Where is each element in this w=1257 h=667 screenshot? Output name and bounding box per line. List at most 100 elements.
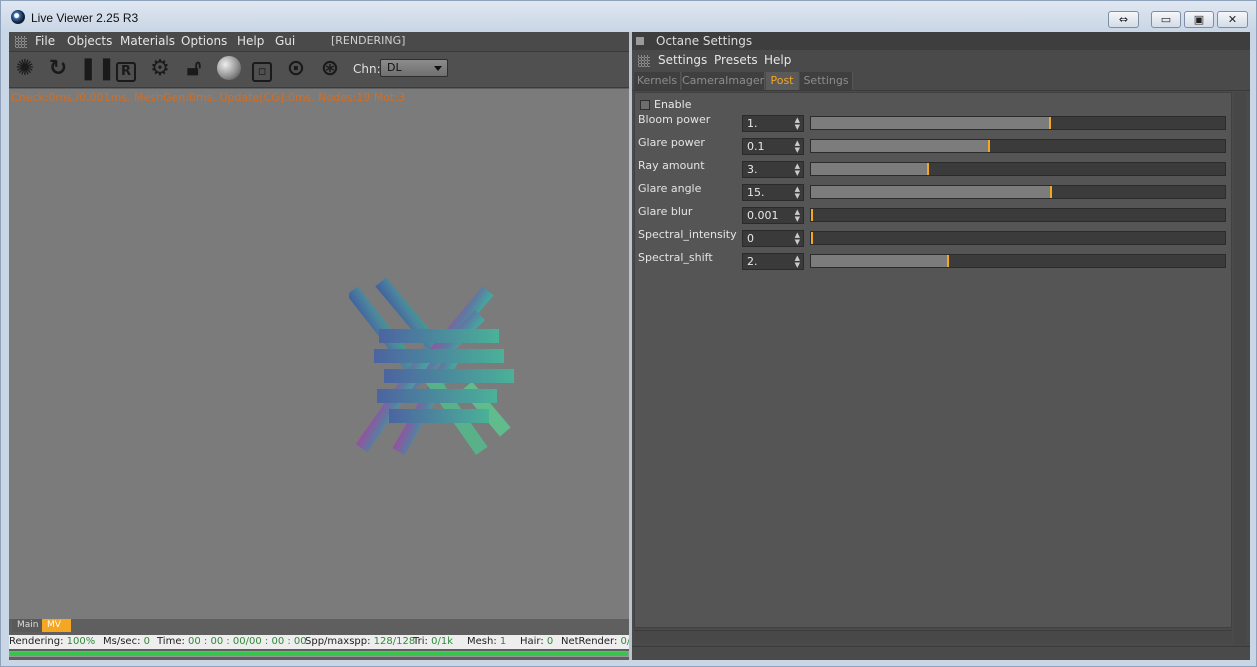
vertical-scrollbar[interactable] [1234, 92, 1246, 652]
menu-objects[interactable]: Objects [67, 34, 112, 48]
status-rendering: Rendering: 100% [9, 636, 96, 647]
tab-post[interactable]: Post [766, 72, 799, 90]
render-progress-bar [9, 651, 629, 657]
enable-checkbox[interactable] [640, 100, 650, 110]
octane-settings-title: Octane Settings [656, 34, 753, 48]
menu-options[interactable]: Options [181, 34, 227, 48]
drag-grip-icon[interactable] [15, 36, 27, 48]
status-netrender: NetRender: 0/0 [561, 636, 629, 647]
tab-cameraimager[interactable]: CameraImager [682, 72, 765, 90]
slider-handle[interactable] [947, 255, 949, 267]
spinner-arrows-icon[interactable]: ▲ ▼ [795, 232, 800, 246]
rendered-model [349, 277, 514, 456]
param-label: Spectral_intensity [638, 228, 737, 241]
param-slider[interactable] [810, 185, 1226, 199]
menu-presets[interactable]: Presets [714, 53, 758, 67]
window-title: Live Viewer 2.25 R3 [31, 11, 139, 25]
focus-pin-icon[interactable]: ⊙ [283, 56, 309, 82]
octane-settings-titlebar: Octane Settings [632, 32, 1250, 50]
slider-handle[interactable] [1049, 117, 1051, 129]
param-label: Spectral_shift [638, 251, 713, 264]
render-state-label: [RENDERING] [331, 34, 406, 47]
menu-settings[interactable]: Settings [658, 53, 707, 67]
param-label: Glare power [638, 136, 705, 149]
octane-tabs: Kernels CameraImager Post Settings [632, 72, 1250, 91]
octane-bottom-bar [632, 646, 1250, 660]
gear-icon[interactable]: ⚙ [147, 56, 173, 82]
param-value-field[interactable]: 0 ▲ ▼ [742, 230, 804, 247]
spinner-arrows-icon[interactable]: ▲ ▼ [795, 209, 800, 223]
status-mesh: Mesh: 1 [467, 636, 507, 647]
drag-grip-icon[interactable] [638, 55, 650, 67]
slider-handle[interactable] [811, 232, 813, 244]
param-label: Glare blur [638, 205, 693, 218]
status-time: Time: 00 : 00 : 00/00 : 00 : 00 [157, 636, 307, 647]
live-viewer-pane: File Objects Materials Options Help Gui … [9, 32, 629, 660]
viewer-toolbar: ✺ ↻ ❚❚ R ⚙ 🔓︎ ▫ ⊙ ⊛ [9, 52, 629, 88]
refresh-icon[interactable]: ↻ [45, 56, 71, 82]
material-sphere-icon[interactable] [217, 56, 241, 80]
param-value-field[interactable]: 3. ▲ ▼ [742, 161, 804, 178]
title-bar: Live Viewer 2.25 R3 ⇔ ▭ ▣ ✕ [1, 1, 1256, 32]
material-pin-icon[interactable]: ⊛ [317, 56, 343, 82]
slider-handle[interactable] [988, 140, 990, 152]
tab-kernels[interactable]: Kernels [634, 72, 681, 90]
channel-value: DL [387, 61, 402, 74]
status-hair: Hair: 0 [520, 636, 554, 647]
menu-help[interactable]: Help [237, 34, 264, 48]
enable-label: Enable [654, 98, 692, 111]
spinner-arrows-icon[interactable]: ▲ ▼ [795, 186, 800, 200]
region-icon[interactable]: ▫ [249, 56, 275, 82]
status-tri: Tri: 0/1k [413, 636, 453, 647]
menu-gui[interactable]: Gui [275, 34, 295, 48]
status-mssec: Ms/sec: 0 [103, 636, 150, 647]
minimize-button[interactable]: ▭ [1151, 11, 1181, 28]
swap-view-button[interactable]: ⇔ [1108, 11, 1139, 28]
r-render-icon[interactable]: R [113, 56, 139, 82]
tab-main[interactable]: Main [12, 619, 42, 632]
menu-file[interactable]: File [35, 34, 55, 48]
param-slider[interactable] [810, 254, 1226, 268]
render-viewport[interactable]: Check:0ms./0.001ms. MeshGen:0ms. Update[… [9, 89, 629, 619]
param-row-bloom-power: Bloom power 1. ▲ ▼ [635, 113, 1233, 133]
close-button[interactable]: ✕ [1217, 11, 1248, 28]
param-slider[interactable] [810, 116, 1226, 130]
param-row-glare-power: Glare power 0.1 ▲ ▼ [635, 136, 1233, 156]
param-value-field[interactable]: 15. ▲ ▼ [742, 184, 804, 201]
channel-select[interactable]: DL [380, 59, 448, 77]
pause-icon[interactable]: ❚❚ [79, 56, 116, 82]
unlock-icon[interactable]: 🔓︎ [181, 56, 207, 82]
viewer-menubar: File Objects Materials Options Help Gui … [9, 32, 629, 52]
spinner-arrows-icon[interactable]: ▲ ▼ [795, 163, 800, 177]
menu-materials[interactable]: Materials [120, 34, 175, 48]
render-progress-fill [10, 652, 628, 656]
octane-settings-pane: Octane Settings Settings Presets Help Ke… [632, 32, 1250, 660]
param-value-field[interactable]: 0.001 ▲ ▼ [742, 207, 804, 224]
slider-handle[interactable] [927, 163, 929, 175]
maximize-button[interactable]: ▣ [1184, 11, 1214, 28]
slider-handle[interactable] [811, 209, 813, 221]
panel-menu-icon[interactable] [636, 37, 644, 45]
param-slider[interactable] [810, 162, 1226, 176]
param-slider[interactable] [810, 139, 1226, 153]
octane-logo-icon[interactable]: ✺ [12, 56, 38, 82]
param-label: Glare angle [638, 182, 702, 195]
spinner-arrows-icon[interactable]: ▲ ▼ [795, 117, 800, 131]
param-slider[interactable] [810, 231, 1226, 245]
spinner-arrows-icon[interactable]: ▲ ▼ [795, 255, 800, 269]
horizontal-scrollbar[interactable] [634, 630, 1232, 642]
octane-menubar: Settings Presets Help [632, 51, 1250, 71]
slider-handle[interactable] [1050, 186, 1052, 198]
menu-help[interactable]: Help [764, 53, 791, 67]
spinner-arrows-icon[interactable]: ▲ ▼ [795, 140, 800, 154]
param-value-field[interactable]: 2. ▲ ▼ [742, 253, 804, 270]
tab-settings[interactable]: Settings [800, 72, 853, 90]
param-value-field[interactable]: 1. ▲ ▼ [742, 115, 804, 132]
param-value-field[interactable]: 0.1 ▲ ▼ [742, 138, 804, 155]
tab-mv[interactable]: MV [42, 619, 71, 632]
param-label: Bloom power [638, 113, 711, 126]
cinema4d-app-icon [11, 10, 25, 24]
param-label: Ray amount [638, 159, 705, 172]
param-slider[interactable] [810, 208, 1226, 222]
status-spp: Spp/maxspp: 128/128 [305, 636, 416, 647]
